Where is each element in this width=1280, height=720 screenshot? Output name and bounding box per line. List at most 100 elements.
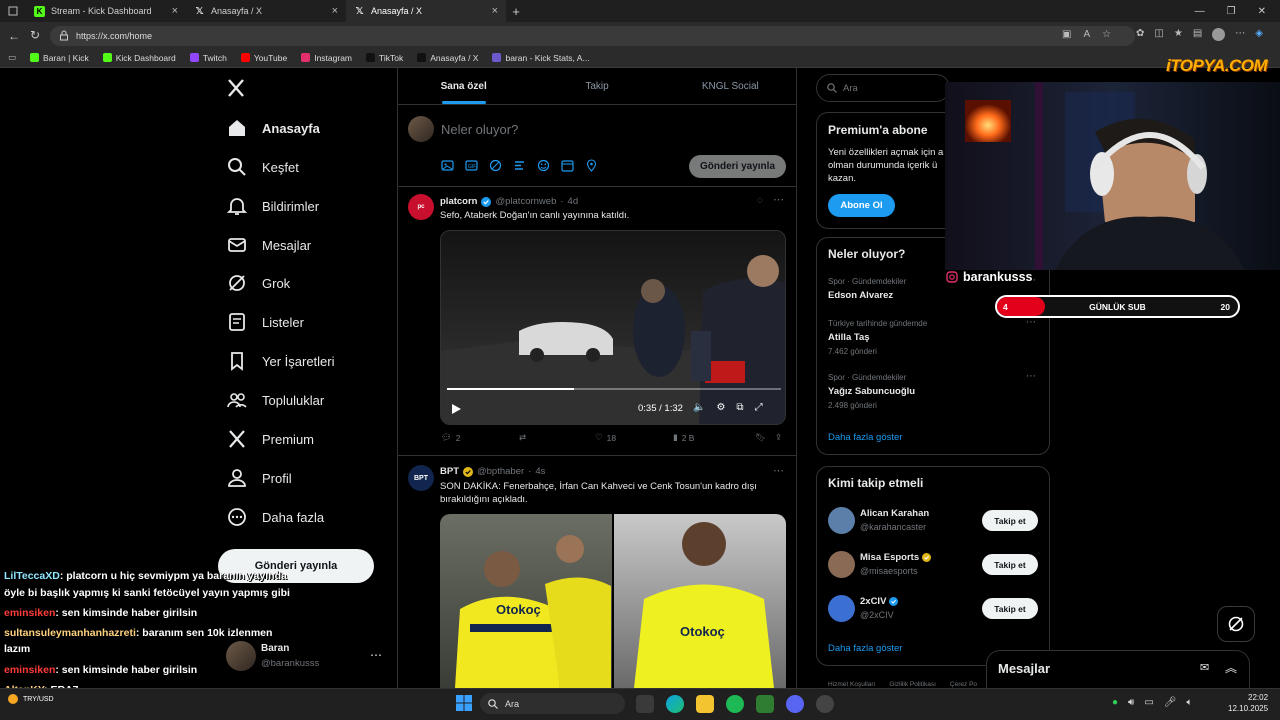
minimize-button[interactable]: — (1195, 6, 1205, 17)
bookmark-item[interactable]: TikTok (366, 53, 403, 63)
bookmark-item[interactable]: baran - Kick Stats, A... (492, 53, 590, 63)
close-icon[interactable]: × (492, 5, 498, 17)
bookmark-item[interactable]: Twitch (189, 53, 227, 63)
image-icon[interactable] (441, 159, 454, 172)
footer-link-cookies[interactable]: Çerez Po (950, 681, 977, 688)
post-images[interactable]: Otokoç Otokoç (440, 514, 786, 688)
tab-for-you[interactable]: Sana özel (397, 68, 530, 104)
post-handle[interactable]: @platcornweb (495, 196, 556, 207)
maximize-button[interactable]: ❐ (1227, 6, 1236, 17)
fullscreen-icon[interactable]: ⤢ (755, 402, 763, 413)
trend-more-icon[interactable]: ⋯ (1026, 371, 1036, 382)
nav-item-person[interactable]: Profil (226, 466, 292, 490)
app-icon[interactable] (756, 695, 774, 713)
refresh-icon[interactable]: ↻ (30, 28, 40, 42)
follow-button[interactable]: Takip et (982, 510, 1038, 531)
close-icon[interactable]: × (332, 5, 338, 17)
follow-button[interactable]: Takip et (982, 554, 1038, 575)
post-video[interactable]: 0:35 / 1:32 🔈 ⚙ ⧉ ⤢ (440, 230, 786, 425)
nav-item-more-circle[interactable]: Daha fazla (226, 505, 324, 529)
composer-input[interactable]: Neler oluyor? (441, 122, 518, 137)
grok-float-button[interactable] (1217, 606, 1255, 642)
volume-icon[interactable]: 🔈 (693, 402, 705, 413)
trend-title[interactable]: Yağız Sabuncuoğlu (828, 386, 915, 397)
post-time[interactable]: 4s (535, 466, 545, 477)
repost-icon[interactable]: ⇄ (519, 432, 595, 443)
nav-item-grok[interactable]: Grok (226, 271, 290, 295)
read-aloud-icon[interactable]: A (1083, 29, 1090, 40)
clock[interactable]: 22:02 12.10.2025 (1228, 692, 1268, 714)
tab-x-home-active[interactable]: 𝕏 Anasayfa / X × (346, 0, 506, 22)
post-avatar[interactable]: BPT (408, 465, 434, 491)
views-button[interactable]: ▮ 2 B (673, 432, 755, 443)
avatar[interactable] (828, 507, 855, 534)
post-image-left[interactable]: Otokoç (440, 514, 612, 688)
search-input[interactable]: Ara (816, 74, 950, 102)
nav-item-bookmark[interactable]: Yer İşaretleri (226, 349, 335, 373)
nav-item-x-logo[interactable]: Premium (226, 427, 314, 451)
spotify-icon[interactable] (726, 695, 744, 713)
extensions-icon[interactable]: ✿ (1136, 28, 1144, 41)
collections-icon[interactable]: ▤ (1193, 28, 1202, 41)
settings-gear-icon[interactable]: ⚙ (716, 402, 725, 413)
nav-item-list[interactable]: Listeler (226, 310, 304, 334)
grok-icon[interactable]: ◌ (757, 195, 763, 206)
favorites-icon[interactable]: ★ (1174, 28, 1183, 41)
app-icon[interactable]: ▣ (1062, 29, 1071, 40)
bookmark-item[interactable]: Kick Dashboard (102, 53, 176, 63)
emoji-icon[interactable] (537, 159, 550, 172)
subscribe-button[interactable]: Abone Ol (828, 194, 895, 217)
menu-dots-icon[interactable]: ⋯ (1235, 28, 1245, 41)
footer-link-privacy[interactable]: Gizlilik Politikası (889, 681, 936, 688)
follow-show-more-link[interactable]: Daha fazla göster (828, 643, 902, 654)
grok-icon[interactable] (489, 159, 502, 172)
nav-item-communities[interactable]: Topluluklar (226, 388, 324, 412)
follow-name[interactable]: Misa Esports (860, 552, 932, 563)
copilot-icon[interactable]: ◈ (1255, 28, 1263, 41)
avatar[interactable] (828, 551, 855, 578)
tab-x-home[interactable]: 𝕏 Anasayfa / X × (186, 0, 346, 22)
volume-icon[interactable]: 🔊︎ (1128, 697, 1134, 708)
close-window-button[interactable]: ✕ (1258, 6, 1266, 17)
taskbar-search[interactable]: Ara (480, 693, 625, 714)
share-icon[interactable]: ⇪ (775, 432, 782, 443)
status-dot-icon[interactable]: ● (1112, 697, 1118, 708)
gif-icon[interactable]: GIF (465, 159, 478, 172)
tab-actions-icon[interactable] (0, 0, 26, 22)
new-tab-button[interactable]: + (506, 4, 526, 19)
trend-more-icon[interactable]: ⋯ (1026, 317, 1036, 328)
speaker-icon[interactable]: 🔈︎ (1187, 697, 1193, 708)
back-arrow-icon[interactable]: ← (8, 29, 20, 43)
nav-item-mail[interactable]: Mesajlar (226, 233, 311, 257)
bookmark-item[interactable]: YouTube (240, 53, 287, 63)
footer-link-terms[interactable]: Hizmet Koşulları (828, 681, 875, 688)
follow-name[interactable]: Alican Karahan (860, 508, 929, 519)
poll-icon[interactable] (513, 159, 526, 172)
nav-item-bell[interactable]: Bildirimler (226, 194, 319, 218)
post-avatar[interactable]: pc (408, 194, 434, 220)
x-logo-icon[interactable] (226, 78, 246, 98)
follow-name[interactable]: 2xCIV (860, 596, 899, 607)
post-time[interactable]: 4d (568, 196, 579, 207)
post-handle[interactable]: @bpthaber (477, 466, 524, 477)
microphone-icon[interactable]: 🎤︎ (1164, 697, 1177, 708)
reply-button[interactable]: 💬︎ 2 (441, 432, 519, 443)
app-icon[interactable] (816, 695, 834, 713)
like-button[interactable]: ♡ 18 (595, 432, 673, 443)
chevron-up-icon[interactable]: ︽ (1225, 659, 1237, 676)
avatar[interactable] (1212, 28, 1226, 41)
post-more-icon[interactable]: ⋯ (773, 193, 784, 206)
close-icon[interactable]: × (172, 5, 178, 17)
edge-icon[interactable] (666, 695, 684, 713)
tab-kick-dashboard[interactable]: K Stream - Kick Dashboard × (26, 0, 186, 22)
composer-post-button[interactable]: Gönderi yayınla (689, 155, 786, 178)
account-menu-icon[interactable]: ⋯ (370, 648, 382, 662)
discord-icon[interactable] (786, 695, 804, 713)
network-icon[interactable]: ▭ (1144, 697, 1153, 708)
task-view-icon[interactable] (636, 695, 654, 713)
weather-widget[interactable]: TRY/USD (8, 694, 54, 704)
avatar[interactable] (828, 595, 855, 622)
schedule-icon[interactable] (561, 159, 574, 172)
windows-start-icon[interactable] (456, 695, 472, 711)
nav-item-home[interactable]: Anasayfa (226, 116, 320, 140)
